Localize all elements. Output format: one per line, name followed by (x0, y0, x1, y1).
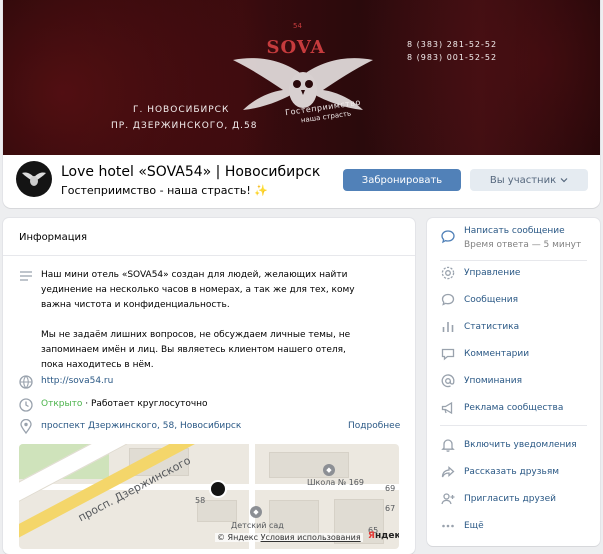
group-status: Гостеприимство - наша страсть! ✨ (61, 184, 268, 197)
cover-city: Г. НОВОСИБИРСК (133, 105, 230, 115)
side-item-label: Ещё (464, 521, 484, 531)
side-item-label: Пригласить друзей (464, 494, 556, 504)
side-item-label: Включить уведомления (464, 440, 577, 450)
side-item-ads[interactable]: Реклама сообщества (427, 397, 600, 419)
hours-row: Открыто · Работает круглосуточно (41, 399, 208, 409)
side-item-label: Комментарии (464, 349, 530, 359)
gear-icon (441, 266, 455, 280)
side-item-label: Реклама сообщества (464, 403, 564, 413)
cover-phone-2: 8 (983) 001-52-52 (407, 53, 498, 62)
member-button[interactable]: Вы участник (470, 169, 588, 191)
divider (3, 255, 415, 256)
info-title: Информация (19, 232, 88, 243)
side-item-comments[interactable]: Комментарии (427, 343, 600, 365)
side-item-invite[interactable]: Пригласить друзей (427, 488, 600, 510)
map-kindergarten-label: Детский сад (231, 521, 284, 530)
add-user-icon (441, 493, 455, 505)
side-menu: Написать сообщение Время ответа — 5 мину… (427, 218, 600, 546)
map-house-number: 58 (195, 496, 206, 505)
more-link[interactable]: Подробнее (348, 421, 400, 431)
open-status: Открыто (41, 399, 83, 409)
yandex-logo-letter: Я (368, 531, 375, 541)
chat-bubble-icon (441, 293, 455, 306)
side-item-label: Сообщения (464, 295, 519, 305)
yandex-logo-text: ндекс (374, 531, 399, 541)
cover-image: 54 SOVA Гостеприимство наша страсть Г. Н… (3, 0, 600, 155)
side-item-manage[interactable]: Управление (427, 262, 600, 284)
cover-brand: SOVA (266, 37, 326, 58)
owl-avatar-icon (22, 172, 46, 186)
map-house-number: 69 (385, 484, 396, 493)
response-time: Время ответа — 5 минут (464, 240, 582, 250)
location-pin-icon (20, 419, 32, 435)
description: Наш мини отель «SOVA54» создан для людей… (41, 268, 361, 373)
megaphone-icon (441, 401, 453, 415)
group-status-text: Гостеприимство - наша страсть! (61, 184, 251, 197)
side-item-messages[interactable]: Сообщения (427, 289, 600, 311)
map-house-number: 67 (385, 504, 396, 513)
yandex-logo: Яндекс (368, 531, 399, 541)
map[interactable]: просп. Дзержинского 58 ◆ Школа № 169 ◆ Д… (19, 444, 399, 549)
cover-badge: 54 (293, 22, 302, 30)
side-item-label: Управление (464, 268, 521, 278)
comment-icon (441, 348, 455, 361)
divider (440, 260, 587, 261)
description-paragraph-1: Наш мини отель «SOVA54» создан для людей… (41, 270, 355, 310)
side-item-label: Упоминания (464, 376, 523, 386)
website-link[interactable]: http://sova54.ru (41, 376, 113, 386)
map-terms-link[interactable]: Условия использования (261, 533, 361, 542)
description-paragraph-2: Мы не задаём лишних вопросов, не обсужда… (41, 330, 351, 370)
map-marker[interactable] (209, 480, 227, 498)
member-button-label: Вы участник (489, 174, 557, 186)
share-icon (441, 466, 455, 478)
community-header: 54 SOVA Гостеприимство наша страсть Г. Н… (3, 0, 600, 208)
cover-phones: 8 (383) 281-52-52 8 (983) 001-52-52 (407, 38, 497, 64)
at-sign-icon (441, 374, 455, 388)
chat-bubble-icon (441, 230, 455, 244)
divider (440, 425, 587, 426)
side-item-label: Статистика (464, 322, 520, 332)
globe-icon (19, 375, 33, 389)
side-item-mentions[interactable]: Упоминания (427, 370, 600, 392)
description-icon (20, 271, 32, 281)
map-school-label: Школа № 169 (307, 478, 364, 487)
side-item-message-label: Написать сообщение (464, 226, 565, 236)
header-row: Love hotel «SOVA54» | Новосибирск Гостеп… (3, 155, 600, 208)
cover-address: ПР. ДЗЕРЖИНСКОГО, Д.58 (111, 121, 258, 131)
bar-chart-icon (442, 322, 454, 332)
hours-separator: · (82, 399, 91, 409)
address-link[interactable]: проспект Дзержинского, 58, Новосибирск (41, 421, 241, 431)
more-dots-icon (442, 524, 454, 528)
map-building (269, 452, 349, 478)
side-item-stats[interactable]: Статистика (427, 316, 600, 338)
map-copyright: © Яндекс Условия использования (215, 533, 363, 542)
side-item-message[interactable]: Написать сообщение Время ответа — 5 мину… (427, 220, 600, 258)
sparkles-icon: ✨ (254, 184, 269, 197)
school-icon: ◆ (323, 464, 335, 476)
cover-phone-1: 8 (383) 281-52-52 (407, 40, 498, 49)
kindergarten-icon: ◆ (250, 506, 262, 518)
chevron-down-icon (560, 178, 568, 183)
book-button[interactable]: Забронировать (343, 169, 461, 191)
side-item-label: Рассказать друзьям (464, 467, 560, 477)
clock-icon (19, 398, 33, 412)
side-item-share[interactable]: Рассказать друзьям (427, 461, 600, 483)
page-title: Love hotel «SOVA54» | Новосибирск (61, 164, 321, 180)
bell-icon (441, 439, 455, 452)
side-item-notifications[interactable]: Включить уведомления (427, 434, 600, 456)
info-block: Информация Наш мини отель «SOVA54» созда… (3, 218, 415, 554)
avatar[interactable] (16, 161, 52, 197)
hours-text: Работает круглосуточно (90, 399, 208, 409)
map-copyright-text: © Яндекс (217, 533, 259, 542)
side-item-more[interactable]: Ещё (427, 515, 600, 537)
